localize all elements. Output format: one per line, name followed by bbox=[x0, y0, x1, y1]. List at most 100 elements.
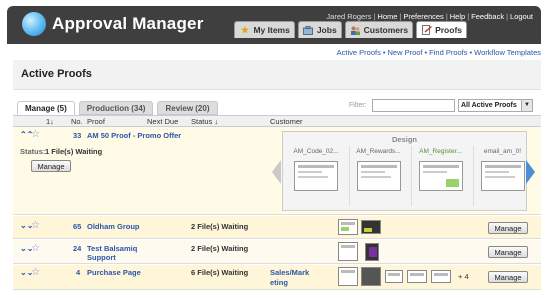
proof-link[interactable]: AM 50 Proof - Promo Offer bbox=[87, 131, 181, 140]
user-name: Jared Rogers bbox=[326, 12, 372, 21]
status-value: 2 File(s) Waiting bbox=[191, 244, 249, 253]
logout-link[interactable]: Logout bbox=[510, 12, 533, 21]
star-icon[interactable]: ☆ bbox=[31, 268, 40, 278]
column-status[interactable]: Status ↓ bbox=[191, 117, 218, 126]
thumbnail-card[interactable]: AM_Code_02... bbox=[287, 146, 345, 206]
thumbnail-label: AM_Code_02... bbox=[293, 148, 339, 155]
tab-label: Jobs bbox=[316, 25, 337, 35]
home-link[interactable]: Home bbox=[377, 12, 397, 21]
thumbnail-image[interactable] bbox=[361, 220, 381, 234]
row-number: 4 bbox=[76, 268, 81, 277]
proof-link[interactable]: Test Balsamiq bbox=[87, 244, 137, 253]
customer-link[interactable]: Sales/Mark bbox=[270, 268, 309, 277]
thumbnail-card[interactable]: AM_Rewards... bbox=[349, 146, 407, 206]
tab-label: Customers bbox=[363, 25, 409, 35]
thumbnail-image[interactable] bbox=[338, 267, 358, 286]
tab-label: Proofs bbox=[435, 25, 462, 35]
customers-icon bbox=[350, 25, 361, 35]
proof-link[interactable]: Purchase Page bbox=[87, 268, 141, 277]
status-value: 1 File(s) Waiting bbox=[45, 147, 103, 156]
proof-subtabs: Manage (5) Production (34) Review (20) bbox=[17, 101, 218, 115]
prev-arrow-icon[interactable] bbox=[272, 160, 281, 184]
thumbnail-label: AM_Register... bbox=[419, 148, 462, 155]
thumbnail-image[interactable] bbox=[385, 270, 403, 283]
manage-button[interactable]: Manage bbox=[488, 271, 528, 283]
main-tabs: ★ My Items Jobs Customers Proofs bbox=[234, 21, 467, 38]
subnav-find-proofs[interactable]: Find Proofs bbox=[429, 48, 467, 57]
sort-arrow-icon: ↓ bbox=[50, 117, 54, 126]
tab-proofs[interactable]: Proofs bbox=[416, 21, 467, 38]
next-arrow-icon[interactable] bbox=[526, 160, 535, 184]
star-icon: ★ bbox=[240, 24, 249, 35]
tab-customers[interactable]: Customers bbox=[344, 21, 414, 38]
thumbnail-card[interactable]: email_am_0! bbox=[473, 146, 531, 206]
subtab-review[interactable]: Review (20) bbox=[157, 101, 218, 115]
design-panel: Design AM_Code_02... AM_Rewards... AM_Re… bbox=[282, 131, 527, 211]
jobs-icon bbox=[303, 25, 314, 35]
chevron-down-icon[interactable]: ▼ bbox=[521, 100, 532, 111]
thumbnail-image[interactable] bbox=[338, 242, 358, 261]
column-customer[interactable]: Customer bbox=[270, 117, 303, 126]
more-count[interactable]: + 4 bbox=[458, 272, 469, 281]
star-icon[interactable]: ☆ bbox=[31, 244, 40, 254]
column-no[interactable]: No. bbox=[71, 117, 83, 126]
sort-arrow-icon: ↓ bbox=[214, 117, 219, 126]
thumbnail-image bbox=[356, 161, 401, 191]
thumbnail-image bbox=[480, 161, 525, 191]
customer-link-line2[interactable]: eting bbox=[270, 278, 288, 287]
thumbnail-image bbox=[418, 161, 463, 191]
sort-column[interactable]: 1↓ bbox=[46, 117, 54, 126]
filter-label: Filter: bbox=[349, 102, 367, 109]
thumbnail-image bbox=[294, 161, 338, 191]
user-links: Jared Rogers | Home | Preferences | Help | Feedb… bbox=[326, 12, 533, 21]
tab-jobs[interactable]: Jobs bbox=[297, 21, 342, 38]
manage-button[interactable]: Manage bbox=[31, 160, 71, 172]
table-row: ⌄⌄ ☆ 4 Purchase Page 6 File(s) Waiting S… bbox=[13, 265, 541, 290]
subtab-manage[interactable]: Manage (5) bbox=[17, 101, 75, 115]
row-number: 33 bbox=[73, 131, 82, 140]
app-logo-icon bbox=[22, 12, 46, 36]
table-row: ⌄⌄ ☆ 65 Oldham Group 2 File(s) Waiting M… bbox=[13, 216, 541, 239]
feedback-link[interactable]: Feedback bbox=[471, 12, 504, 21]
manage-button[interactable]: Manage bbox=[488, 222, 528, 234]
page-title-bar: Active Proofs bbox=[13, 60, 541, 90]
help-link[interactable]: Help bbox=[450, 12, 465, 21]
column-proof[interactable]: Proof bbox=[87, 117, 105, 126]
table-header: 1↓ No. Proof Next Due Status ↓ Customer bbox=[13, 115, 541, 127]
filter-input[interactable] bbox=[372, 99, 455, 112]
table-row: ⌄⌄ ☆ 24 Test Balsamiq Support 2 File(s) … bbox=[13, 240, 541, 264]
manage-button[interactable]: Manage bbox=[488, 246, 528, 258]
thumbnail-image[interactable] bbox=[407, 270, 427, 283]
star-icon[interactable]: ☆ bbox=[31, 130, 40, 140]
subnav: Active Proofs • New Proof • Find Proofs • Work… bbox=[336, 48, 541, 57]
app-title: Approval Manager bbox=[52, 14, 204, 33]
thumbnail-image[interactable] bbox=[431, 270, 451, 283]
proof-link-line2[interactable]: Support bbox=[87, 253, 116, 262]
subnav-active-proofs[interactable]: Active Proofs bbox=[337, 48, 381, 57]
thumbnail-image[interactable] bbox=[338, 219, 358, 235]
status-label: Status: bbox=[20, 147, 46, 156]
column-next-due[interactable]: Next Due bbox=[147, 117, 178, 126]
panel-title: Design bbox=[391, 135, 417, 144]
subnav-workflow-templates[interactable]: Workflow Templates bbox=[474, 48, 541, 57]
row-number: 24 bbox=[73, 244, 82, 253]
filter-select[interactable]: All Active Proofs ▼ bbox=[458, 99, 533, 112]
proofs-icon bbox=[421, 25, 432, 35]
thumbnail-label: AM_Rewards... bbox=[356, 148, 401, 155]
preferences-link[interactable]: Preferences bbox=[403, 12, 443, 21]
status-value: 2 File(s) Waiting bbox=[191, 222, 249, 231]
star-icon[interactable]: ☆ bbox=[31, 221, 40, 231]
column-status-label: Status bbox=[191, 117, 213, 126]
proof-link[interactable]: Oldham Group bbox=[87, 222, 140, 231]
subtab-production[interactable]: Production (34) bbox=[78, 101, 154, 115]
thumbnail-label: email_am_0! bbox=[483, 148, 522, 155]
thumbnail-image[interactable] bbox=[361, 267, 381, 286]
thumbnail-card[interactable]: AM_Register... bbox=[411, 146, 469, 206]
thumbnail-image[interactable] bbox=[365, 243, 379, 261]
tab-my-items[interactable]: ★ My Items bbox=[234, 21, 295, 38]
row-number: 65 bbox=[73, 222, 82, 231]
status-value: 6 File(s) Waiting bbox=[191, 268, 249, 277]
page-title: Active Proofs bbox=[21, 68, 92, 80]
subnav-new-proof[interactable]: New Proof bbox=[388, 48, 423, 57]
filter-select-value: All Active Proofs bbox=[461, 102, 517, 109]
